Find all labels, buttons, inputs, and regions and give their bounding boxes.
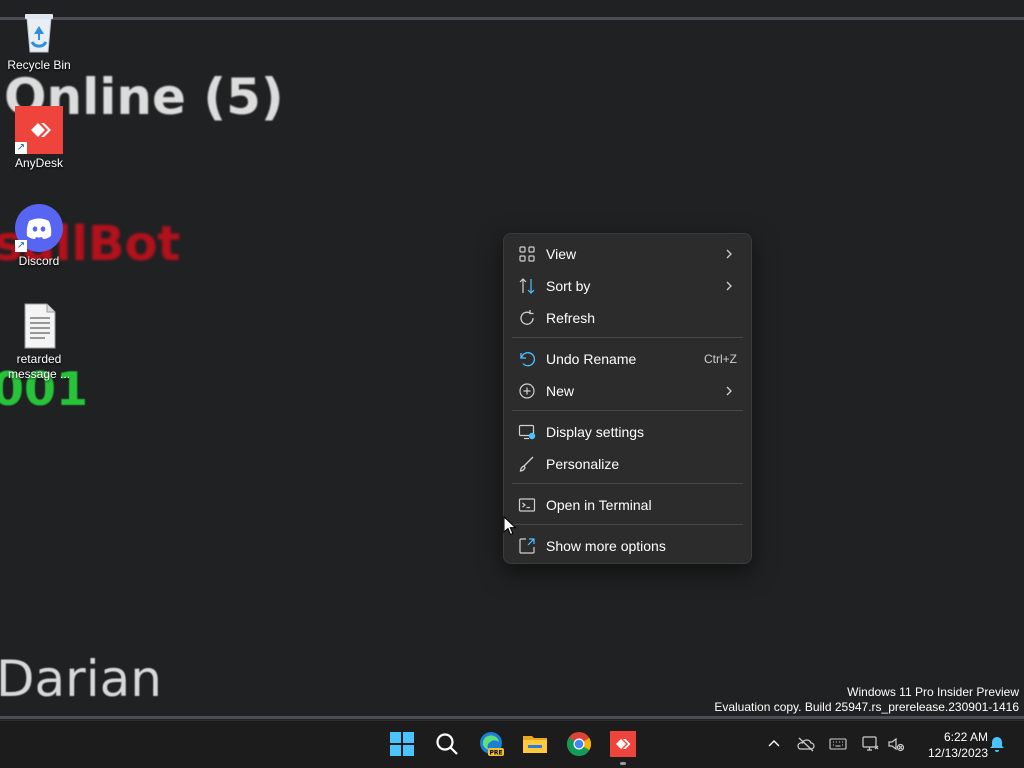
onedrive-icon[interactable] bbox=[797, 735, 815, 753]
menu-item-label: Sort by bbox=[546, 278, 591, 294]
more-options-icon bbox=[518, 537, 536, 555]
menu-item-label: Refresh bbox=[546, 310, 596, 326]
desktop-icon-label: retarded message ... bbox=[7, 352, 71, 381]
running-indicator bbox=[620, 762, 626, 765]
edge-preview-icon[interactable]: PRE bbox=[478, 731, 504, 757]
menu-item-open-in-terminal[interactable]: Open in Terminal bbox=[508, 489, 747, 521]
menu-item-label: Undo Rename bbox=[546, 351, 637, 367]
taskbar-clock[interactable]: 6:22 AM 12/13/2023 bbox=[912, 729, 988, 761]
menu-item-label: View bbox=[546, 246, 577, 262]
menu-separator bbox=[512, 337, 743, 338]
desktop-icon-recycle-bin[interactable]: Recycle Bin bbox=[4, 8, 74, 73]
wallpaper-text-name: Darian bbox=[0, 650, 162, 708]
chevron-right-icon bbox=[723, 384, 735, 398]
chevron-up-icon[interactable] bbox=[765, 735, 783, 753]
start-icon[interactable] bbox=[389, 731, 415, 757]
plus-circle-icon bbox=[518, 382, 536, 400]
menu-item-undo-rename[interactable]: Undo Rename Ctrl+Z bbox=[508, 343, 747, 375]
network-icon[interactable] bbox=[861, 735, 879, 753]
volume-muted-icon[interactable] bbox=[887, 735, 905, 753]
desktop-icon-anydesk[interactable]: ↗ AnyDesk bbox=[4, 106, 74, 171]
desktop-icon-label: Recycle Bin bbox=[7, 58, 71, 72]
watermark-edition: Windows 11 Pro Insider Preview bbox=[847, 685, 1019, 699]
menu-item-label: Open in Terminal bbox=[546, 497, 652, 513]
chevron-right-icon bbox=[723, 247, 735, 261]
menu-separator bbox=[512, 524, 743, 525]
wallpaper-line-top bbox=[0, 17, 1024, 20]
desktop-icon-label: Discord bbox=[18, 254, 60, 268]
menu-item-personalize[interactable]: Personalize bbox=[508, 448, 747, 480]
brush-icon bbox=[518, 455, 536, 473]
menu-item-view[interactable]: View bbox=[508, 238, 747, 270]
menu-item-refresh[interactable]: Refresh bbox=[508, 302, 747, 334]
text-file-icon bbox=[15, 302, 63, 350]
terminal-icon bbox=[518, 496, 536, 514]
shortcut-arrow-icon: ↗ bbox=[15, 142, 27, 154]
shortcut-arrow-icon: ↗ bbox=[15, 240, 27, 252]
edge-badge: PRE bbox=[489, 750, 502, 757]
chevron-right-icon bbox=[723, 279, 735, 293]
chrome-icon[interactable] bbox=[566, 731, 592, 757]
menu-item-shortcut: Ctrl+Z bbox=[704, 352, 737, 366]
menu-item-label: Display settings bbox=[546, 424, 645, 440]
desktop-icon-text-file[interactable]: retarded message ... bbox=[4, 302, 74, 382]
watermark-build: Evaluation copy. Build 25947.rs_prerelea… bbox=[714, 700, 1019, 714]
menu-item-label: New bbox=[546, 383, 575, 399]
anydesk-icon: ↗ bbox=[15, 106, 63, 154]
wallpaper-line-bottom bbox=[0, 716, 1024, 719]
menu-item-new[interactable]: New bbox=[508, 375, 747, 407]
refresh-icon bbox=[518, 309, 536, 327]
clock-time: 6:22 AM bbox=[943, 730, 988, 744]
taskbar: PRE 6:22 AM 12/13/2023 bbox=[0, 720, 1024, 768]
desktop-context-menu: View Sort by Refresh Undo Rename Ctrl+Z … bbox=[503, 233, 752, 564]
menu-item-sort-by[interactable]: Sort by bbox=[508, 270, 747, 302]
desktop-icon-discord[interactable]: ↗ Discord bbox=[4, 204, 74, 269]
menu-separator bbox=[512, 410, 743, 411]
menu-item-label: Personalize bbox=[546, 456, 620, 472]
clock-date: 12/13/2023 bbox=[927, 746, 988, 760]
file-explorer-icon[interactable] bbox=[522, 731, 548, 757]
menu-separator bbox=[512, 483, 743, 484]
undo-icon bbox=[518, 350, 536, 368]
discord-icon: ↗ bbox=[15, 204, 63, 252]
anydesk-taskbar-icon[interactable] bbox=[610, 731, 636, 757]
menu-item-show-more-options[interactable]: Show more options bbox=[508, 530, 747, 562]
desktop-icon-label: AnyDesk bbox=[14, 156, 64, 170]
display-icon bbox=[518, 423, 536, 441]
recycle-bin-icon bbox=[15, 8, 63, 56]
keyboard-icon[interactable] bbox=[829, 735, 847, 753]
menu-item-display-settings[interactable]: Display settings bbox=[508, 416, 747, 448]
menu-item-label: Show more options bbox=[546, 538, 666, 554]
notification-bell-icon[interactable] bbox=[988, 735, 1006, 753]
grid-icon bbox=[518, 245, 536, 263]
sort-icon bbox=[518, 277, 536, 295]
mouse-cursor-icon bbox=[503, 515, 517, 536]
search-icon[interactable] bbox=[434, 731, 460, 757]
windows-watermark: Windows 11 Pro Insider Preview Evaluatio… bbox=[714, 685, 1019, 715]
